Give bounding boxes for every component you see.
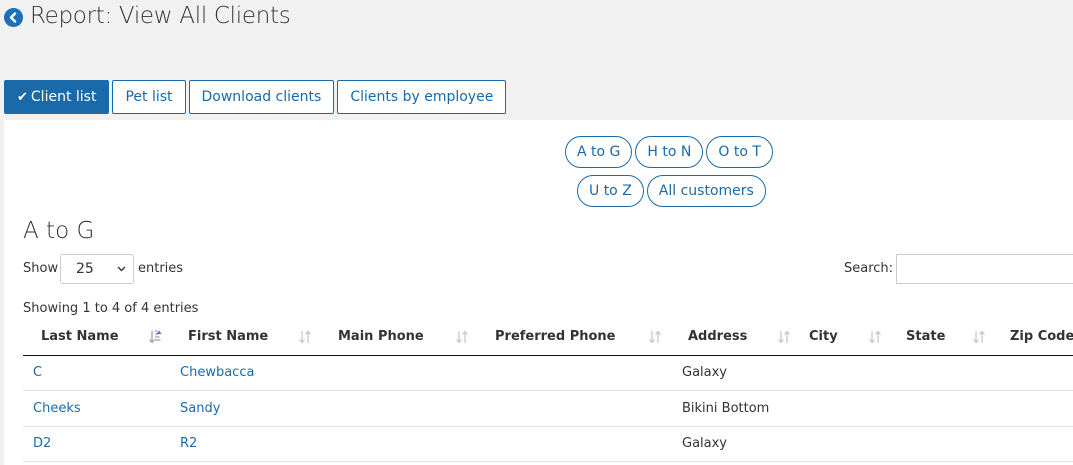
column-header-last-name[interactable]: Last Name (23, 319, 170, 356)
cell-address: Bikini Bottom (670, 390, 793, 427)
cell-state (888, 390, 992, 427)
section-title: A to G (23, 218, 95, 244)
cell-main-phone (320, 390, 477, 427)
cell-city (793, 426, 888, 462)
cell-city (793, 355, 888, 391)
cell-last-name: C (23, 355, 170, 391)
tab-download-clients[interactable]: Download clients (188, 80, 335, 114)
column-header-city[interactable]: City (793, 319, 888, 356)
first-name-link[interactable]: Sandy (180, 401, 220, 416)
search-input[interactable] (896, 254, 1073, 284)
sort-icon (456, 330, 468, 344)
check-icon: ✔ (17, 89, 28, 105)
show-label: Show (23, 261, 59, 276)
first-name-link[interactable]: R2 (180, 436, 197, 451)
column-header-first-name[interactable]: First Name (170, 319, 320, 356)
cell-main-phone (320, 426, 477, 462)
chevron-down-icon (117, 264, 126, 276)
table-info: Showing 1 to 4 of 4 entries (23, 301, 199, 316)
page-header: Report: View All Clients (0, 0, 1073, 62)
report-panel: A to G H to N O to T U to Z All customer… (4, 120, 1073, 465)
cell-preferred-phone (477, 390, 670, 427)
sort-icon (973, 330, 985, 344)
tab-label: Pet list (125, 89, 173, 105)
table-row: C Chewbacca Galaxy (23, 355, 1073, 391)
cell-first-name: Sandy (170, 390, 320, 427)
sort-icon (649, 330, 661, 344)
cell-first-name: R2 (170, 426, 320, 462)
back-arrow-icon[interactable] (4, 8, 23, 27)
page-title: Report: View All Clients (30, 3, 291, 29)
cell-first-name: Chewbacca (170, 355, 320, 391)
cell-state (888, 426, 992, 462)
cell-last-name: Cheeks (23, 390, 170, 427)
entries-per-page-value: 25 (76, 261, 94, 277)
sort-ascending-icon (149, 330, 162, 344)
cell-preferred-phone (477, 355, 670, 391)
tab-label: Clients by employee (350, 89, 494, 105)
entries-per-page-select[interactable]: 25 (60, 254, 134, 284)
tab-pet-list[interactable]: Pet list (112, 80, 186, 114)
table-row: Cheeks Sandy Bikini Bottom (23, 390, 1073, 427)
sort-icon (778, 330, 790, 344)
alpha-filter-row: A to G H to N O to T (565, 136, 773, 168)
last-name-link[interactable]: Cheeks (33, 401, 81, 416)
cell-main-phone (320, 355, 477, 391)
cell-address: Galaxy (670, 426, 793, 462)
cell-zip (992, 355, 1073, 391)
cell-preferred-phone (477, 426, 670, 462)
column-header-state[interactable]: State (888, 319, 992, 356)
tab-label: Client list (30, 89, 97, 105)
alpha-filter-row: U to Z All customers (577, 175, 766, 207)
cell-zip (992, 426, 1073, 462)
filter-u-to-z-button[interactable]: U to Z (577, 175, 644, 207)
first-name-link[interactable]: Chewbacca (180, 365, 254, 380)
tab-label: Download clients (201, 89, 322, 105)
filter-o-to-t-button[interactable]: O to T (706, 136, 773, 168)
sort-icon (869, 330, 881, 344)
filter-all-customers-button[interactable]: All customers (646, 175, 766, 207)
column-header-preferred-phone[interactable]: Preferred Phone (477, 319, 670, 356)
cell-zip (992, 390, 1073, 427)
tab-clients-by-employee[interactable]: Clients by employee (337, 80, 507, 114)
cell-state (888, 355, 992, 391)
cell-address: Galaxy (670, 355, 793, 391)
table-row: D2 R2 Galaxy (23, 426, 1073, 462)
column-header-address[interactable]: Address (670, 319, 793, 356)
clients-table: Last Name First Name Main Phone Preferre… (23, 319, 1073, 462)
filter-a-to-g-button[interactable]: A to G (565, 136, 633, 168)
cell-last-name: D2 (23, 426, 170, 462)
filter-h-to-n-button[interactable]: H to N (635, 136, 704, 168)
sort-icon (299, 330, 311, 344)
entries-label: entries (138, 261, 184, 276)
column-header-main-phone[interactable]: Main Phone (320, 319, 477, 356)
last-name-link[interactable]: C (33, 365, 42, 380)
report-tabs: ✔ Client list Pet list Download clients … (4, 80, 507, 114)
cell-city (793, 390, 888, 427)
tab-client-list[interactable]: ✔ Client list (4, 80, 110, 114)
table-header-row: Last Name First Name Main Phone Preferre… (23, 319, 1073, 356)
search-label: Search: (844, 261, 894, 276)
last-name-link[interactable]: D2 (33, 436, 51, 451)
column-header-zip-code[interactable]: Zip Code (992, 319, 1073, 356)
